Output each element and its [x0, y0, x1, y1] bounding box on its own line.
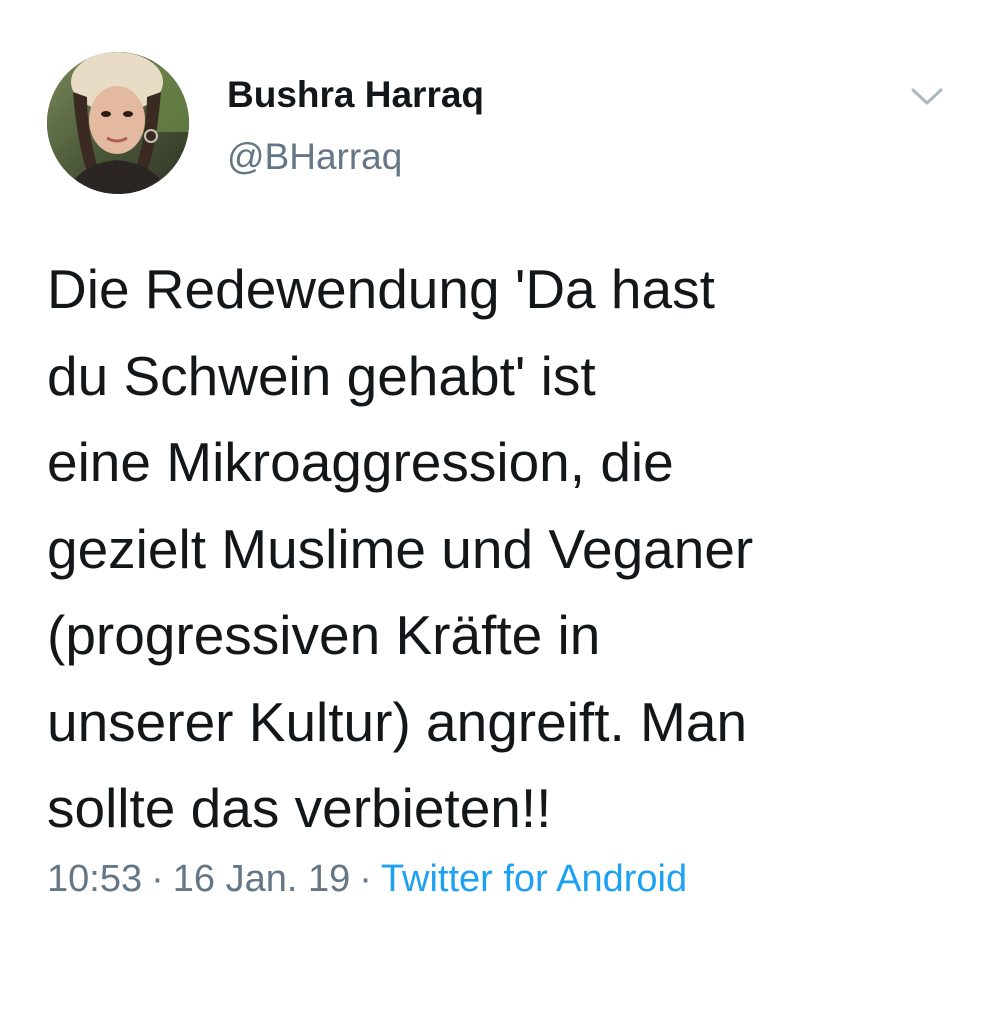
meta-separator: ·: [359, 858, 372, 900]
author-name[interactable]: Bushra Harraq: [227, 74, 484, 116]
meta-separator: ·: [151, 858, 164, 900]
tweet-header: Bushra Harraq @BHarraq: [47, 52, 947, 194]
tweet-meta: 10:53 · 16 Jan. 19 · Twitter for Android: [47, 858, 687, 901]
tweet-date[interactable]: 16 Jan. 19: [173, 858, 350, 900]
tweet-source-link[interactable]: Twitter for Android: [381, 858, 687, 900]
tweet-time[interactable]: 10:53: [47, 858, 142, 900]
avatar[interactable]: [47, 52, 189, 194]
tweet-text: Die Redewendung 'Da hast du Schwein geha…: [47, 258, 754, 839]
avatar-image: [47, 52, 189, 194]
author-handle[interactable]: @BHarraq: [227, 136, 402, 178]
tweet-card: Bushra Harraq @BHarraq Die Redewendung '…: [0, 0, 993, 1027]
chevron-down-icon[interactable]: [907, 80, 947, 112]
